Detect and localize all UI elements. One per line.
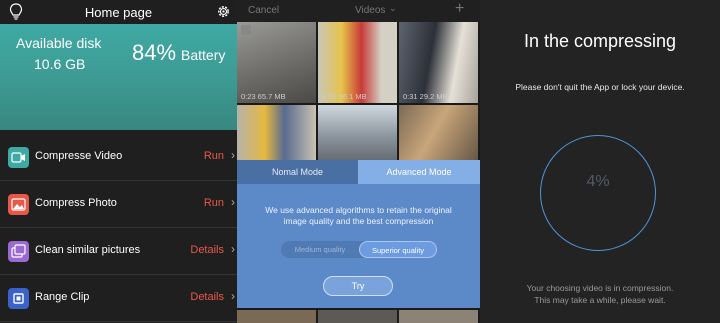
mode-description: We use advanced algorithms to retain the…	[265, 205, 452, 226]
chevron-right-icon: ›	[231, 242, 235, 256]
medium-quality-option[interactable]: Medium quality	[281, 241, 359, 258]
plus-icon[interactable]: +	[455, 0, 464, 18]
available-disk-label: Available disk	[16, 35, 102, 51]
compressing-title: In the compressing	[523, 31, 677, 51]
compression-info-line-1: Your choosing video is in compression.	[526, 283, 674, 293]
compressing-screen: In the compressing Please don't quit the…	[480, 0, 720, 323]
tab-nomal-mode[interactable]: Nomal Mode	[237, 160, 358, 184]
list-item-label: Compresse Video	[35, 150, 123, 162]
list-item-clean-similar-pictures[interactable]: Clean similar pictures Details ›	[0, 228, 237, 275]
video-thumbnail[interactable]: 0:31 29.2 MB	[399, 22, 478, 103]
video-thumbnail[interactable]	[399, 310, 478, 323]
progress-percent: 4%	[586, 173, 610, 190]
details-button[interactable]: Details	[190, 291, 224, 303]
compression-info-line-2: This may take a while, please wait.	[534, 295, 666, 305]
list-item-label: Clean similar pictures	[35, 244, 141, 256]
try-button[interactable]: Try	[323, 276, 393, 296]
run-button[interactable]: Run	[204, 150, 224, 162]
page-title: Home page	[84, 5, 153, 20]
home-top-bar: Home page	[0, 0, 237, 24]
list-item-compress-photo[interactable]: Compress Photo Run ›	[0, 181, 237, 228]
superior-quality-option[interactable]: Superior quality	[359, 241, 437, 258]
compression-info: Your choosing video is in compression. T…	[480, 282, 720, 306]
similar-pictures-icon	[8, 241, 29, 262]
video-thumbnail[interactable]	[237, 310, 316, 323]
range-clip-icon	[8, 288, 29, 309]
battery-label: Battery	[181, 47, 226, 63]
chevron-right-icon: ›	[231, 148, 235, 162]
tab-advanced-mode[interactable]: Advanced Mode	[358, 160, 480, 184]
home-screen: Home page Available disk 10.6 GB 84% Bat…	[0, 0, 237, 323]
chevron-down-icon[interactable]: ⌄	[389, 3, 397, 14]
run-button[interactable]: Run	[204, 197, 224, 209]
video-icon	[8, 147, 29, 168]
videos-title[interactable]: Videos	[355, 5, 385, 16]
feature-list: Compresse Video Run › Compress Photo Run…	[0, 134, 237, 322]
video-thumbnail[interactable]	[318, 310, 397, 323]
videos-top-bar: Cancel Videos ⌄ +	[237, 0, 480, 22]
video-duration-size: 1:05 96.1 MB	[322, 92, 367, 101]
battery-percent: 84%	[132, 40, 177, 65]
mode-tabs: Nomal Mode Advanced Mode	[237, 160, 480, 184]
warning-text: Please don't quit the App or lock your d…	[515, 82, 685, 92]
video-duration-size: 0:31 29.2 MB	[403, 92, 448, 101]
video-duration-size: 0:23 65.7 MB	[241, 92, 286, 101]
progress-ring	[540, 135, 656, 251]
available-disk-value: 10.6 GB	[34, 56, 86, 72]
photo-icon	[8, 194, 29, 215]
video-thumbnail[interactable]: 1:05 96.1 MB	[318, 22, 397, 103]
details-button[interactable]: Details	[190, 244, 224, 256]
quality-selector: Medium quality Superior quality	[281, 241, 437, 258]
chevron-right-icon: ›	[231, 289, 235, 303]
videos-screen: Cancel Videos ⌄ + 0:23 65.7 MB 1:05 96.1…	[237, 0, 480, 323]
cancel-button[interactable]: Cancel	[248, 5, 279, 16]
list-item-label: Range Clip	[35, 291, 90, 303]
gear-icon[interactable]	[216, 4, 231, 19]
list-item-range-clip[interactable]: Range Clip Details ›	[0, 275, 237, 322]
list-item-compress-video[interactable]: Compresse Video Run ›	[0, 134, 237, 181]
checkbox-icon[interactable]	[241, 25, 251, 35]
chevron-right-icon: ›	[231, 195, 235, 209]
video-thumbnail[interactable]: 0:23 65.7 MB	[237, 22, 316, 103]
compression-mode-dialog: Nomal Mode Advanced Mode We use advanced…	[237, 160, 480, 308]
list-item-label: Compress Photo	[35, 197, 117, 209]
